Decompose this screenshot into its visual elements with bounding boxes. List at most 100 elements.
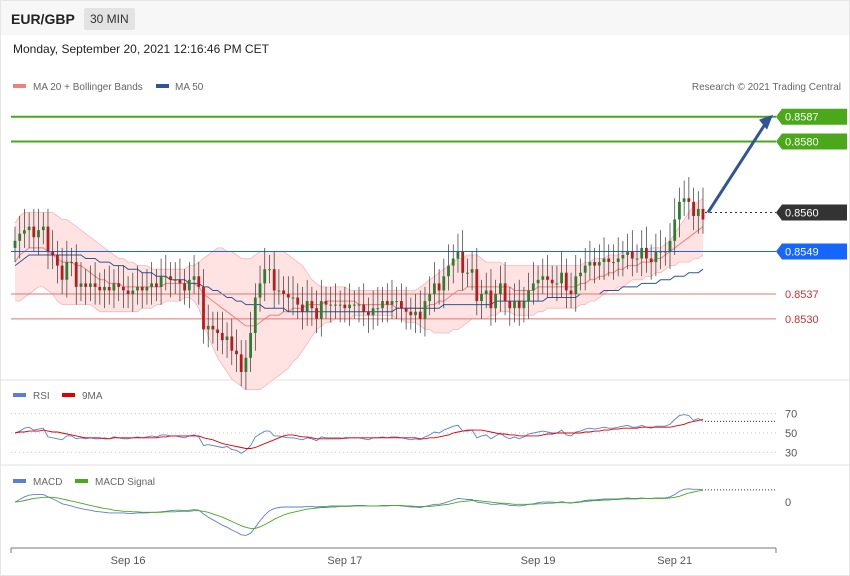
candle-body xyxy=(272,269,276,291)
candle-body xyxy=(447,265,450,277)
candle-body xyxy=(343,304,347,309)
legend-main: MA 20 + Bollinger Bands MA 50 xyxy=(13,82,204,93)
candle-body xyxy=(531,283,535,291)
candle-body xyxy=(367,311,370,316)
candle-body xyxy=(183,283,186,291)
candle-body xyxy=(456,251,460,259)
candle-body xyxy=(249,333,252,358)
candle-body xyxy=(286,294,290,298)
legend-label-rsi: RSI xyxy=(33,391,50,402)
candle-body xyxy=(235,350,238,355)
candle-body xyxy=(437,283,441,291)
candle-body xyxy=(659,251,662,253)
candle-body xyxy=(555,283,559,285)
candle-body xyxy=(442,276,446,291)
candle-body xyxy=(418,311,422,319)
candle-body xyxy=(282,290,285,294)
candle-body xyxy=(423,301,427,319)
candle-body xyxy=(27,226,31,231)
candle-body xyxy=(334,304,337,306)
level-label-0.8537: 0.8537 xyxy=(785,289,819,301)
candle-body xyxy=(253,297,257,333)
candle-body xyxy=(74,262,78,287)
candle-body xyxy=(602,258,606,262)
candle-body xyxy=(319,301,323,319)
candle-body xyxy=(197,276,201,287)
candle-body xyxy=(668,240,672,252)
candle-body xyxy=(494,294,497,309)
candle-body xyxy=(621,255,625,259)
candle-body xyxy=(305,301,309,312)
candle-body xyxy=(122,286,125,291)
level-label-0.8530: 0.8530 xyxy=(785,314,819,326)
legend-label-ma50: MA 50 xyxy=(175,82,204,93)
candle-body xyxy=(536,279,540,284)
candle-body xyxy=(678,201,681,220)
x-axis: Sep 16 Sep 17 Sep 19 Sep 21 xyxy=(10,547,777,567)
macd-signal-line xyxy=(14,489,704,529)
level-label-0.8549: 0.8549 xyxy=(785,246,819,258)
rsi-panel: 70 50 30 xyxy=(11,409,797,459)
candle-body xyxy=(324,301,328,305)
candle-body xyxy=(164,276,168,278)
candle-body xyxy=(258,283,262,298)
legend-swatch-macd-signal xyxy=(75,479,88,483)
candle-body xyxy=(433,283,436,294)
candle-body xyxy=(560,272,563,284)
candle-body xyxy=(630,251,634,259)
rsi-9ma-line xyxy=(14,419,704,449)
candle-body xyxy=(400,301,403,309)
candle-body xyxy=(357,304,361,306)
candle-body xyxy=(503,283,507,302)
candle-body xyxy=(597,262,601,266)
legend-label-ma20: MA 20 + Bollinger Bands xyxy=(33,82,143,93)
legend-label-macd-signal: MACD Signal xyxy=(95,477,155,488)
candle-body xyxy=(89,283,92,287)
level-label-0.8587: 0.8587 xyxy=(785,112,819,124)
candle-body xyxy=(470,269,474,273)
candle-body xyxy=(348,304,351,309)
macd-line xyxy=(14,488,704,536)
candle-body xyxy=(291,297,295,299)
candle-body xyxy=(220,333,224,341)
candle-body xyxy=(475,269,479,302)
candle-body xyxy=(696,208,700,216)
candle-body xyxy=(527,290,530,302)
candle-body xyxy=(376,308,380,310)
rsi-tick-label: 30 xyxy=(785,447,797,459)
candle-body xyxy=(329,304,333,306)
candle-body xyxy=(583,265,587,273)
candle-body xyxy=(466,272,469,274)
candle-body xyxy=(136,286,139,291)
legend-swatch-rsi xyxy=(13,393,26,397)
candle-body xyxy=(211,325,215,330)
candle-body xyxy=(517,301,521,309)
candle-body xyxy=(579,272,582,277)
candle-body xyxy=(268,269,271,271)
candle-body xyxy=(301,304,304,312)
x-axis-label: Sep 16 xyxy=(111,555,146,567)
rsi-tick-label: 70 xyxy=(785,409,797,421)
candle-body xyxy=(550,279,554,284)
candle-body xyxy=(84,283,88,287)
candle-body xyxy=(371,308,375,316)
candle-body xyxy=(103,286,106,291)
candle-body xyxy=(296,297,300,305)
candle-body xyxy=(607,258,611,262)
candle-body xyxy=(41,226,45,231)
candle-body xyxy=(645,247,648,259)
candle-body xyxy=(126,290,130,294)
candle-body xyxy=(673,219,677,241)
legend-label-9ma: 9MA xyxy=(82,391,103,402)
candle-body xyxy=(414,311,417,316)
candle-body xyxy=(385,301,389,305)
candle-body xyxy=(546,276,549,280)
candle-body xyxy=(98,286,102,291)
candle-body xyxy=(173,279,177,281)
candle-body xyxy=(461,251,465,273)
candle-body xyxy=(192,276,196,280)
candle-body xyxy=(390,301,394,305)
candle-body xyxy=(244,357,248,372)
candle-body xyxy=(51,251,55,255)
legend-swatch-9ma xyxy=(62,393,75,397)
